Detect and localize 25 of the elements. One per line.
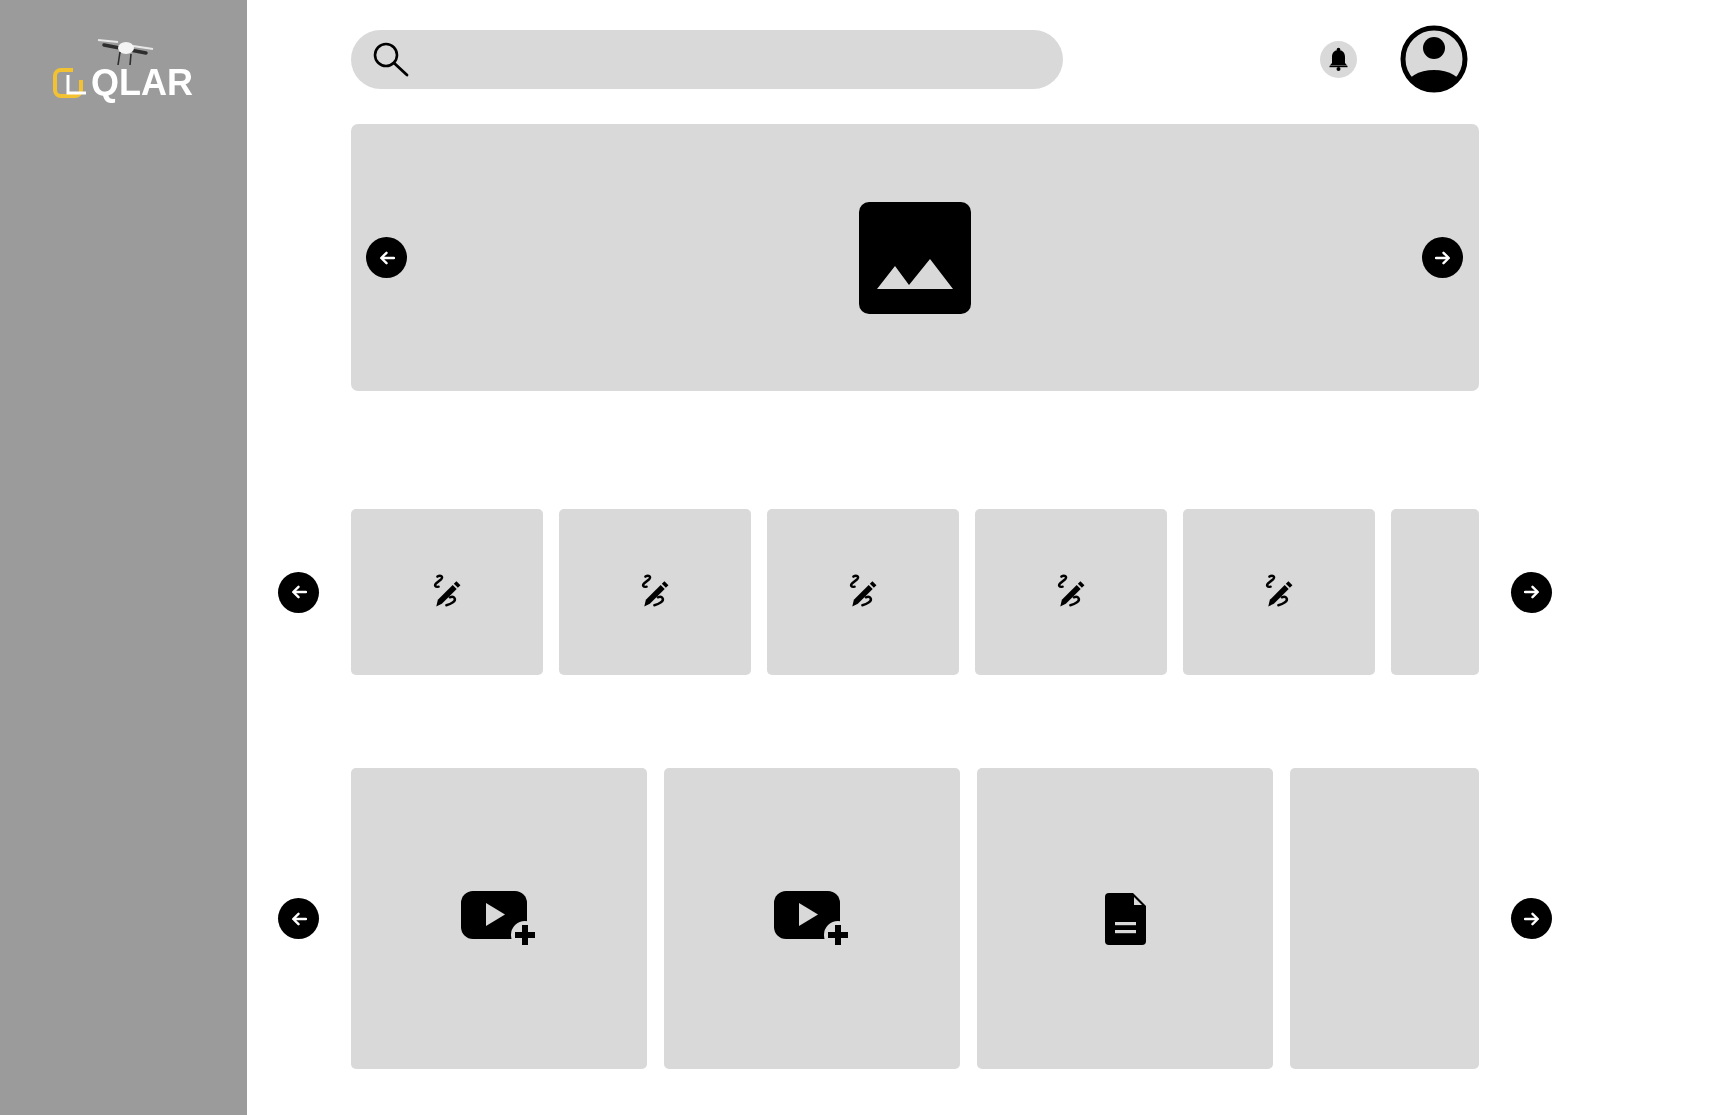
logo-mark-icon bbox=[53, 68, 87, 98]
avatar-icon[interactable] bbox=[1400, 25, 1468, 93]
previous-button[interactable] bbox=[278, 571, 319, 613]
next-button[interactable] bbox=[1511, 571, 1552, 613]
video-plus-icon bbox=[773, 891, 851, 946]
next-button[interactable] bbox=[1511, 898, 1552, 939]
content-card[interactable] bbox=[977, 768, 1273, 1069]
arrow-right-icon bbox=[1434, 250, 1451, 265]
bell-icon[interactable] bbox=[1320, 40, 1357, 78]
logo-text: QLAR bbox=[91, 65, 193, 101]
arrow-left-icon bbox=[378, 250, 395, 265]
previous-button[interactable] bbox=[366, 237, 407, 278]
content-card[interactable] bbox=[664, 768, 960, 1069]
arrow-left-icon bbox=[290, 585, 307, 599]
search-icon bbox=[372, 41, 409, 77]
arrow-right-icon bbox=[1523, 911, 1540, 926]
previous-button[interactable] bbox=[278, 898, 319, 939]
arrow-left-icon bbox=[290, 911, 307, 926]
video-plus-icon bbox=[460, 891, 538, 946]
arrow-right-icon bbox=[1523, 585, 1540, 599]
next-button[interactable] bbox=[1422, 237, 1463, 278]
image-icon bbox=[858, 201, 971, 314]
drone-icon bbox=[96, 36, 154, 66]
content-card[interactable] bbox=[351, 768, 647, 1069]
document-icon bbox=[1104, 892, 1146, 945]
